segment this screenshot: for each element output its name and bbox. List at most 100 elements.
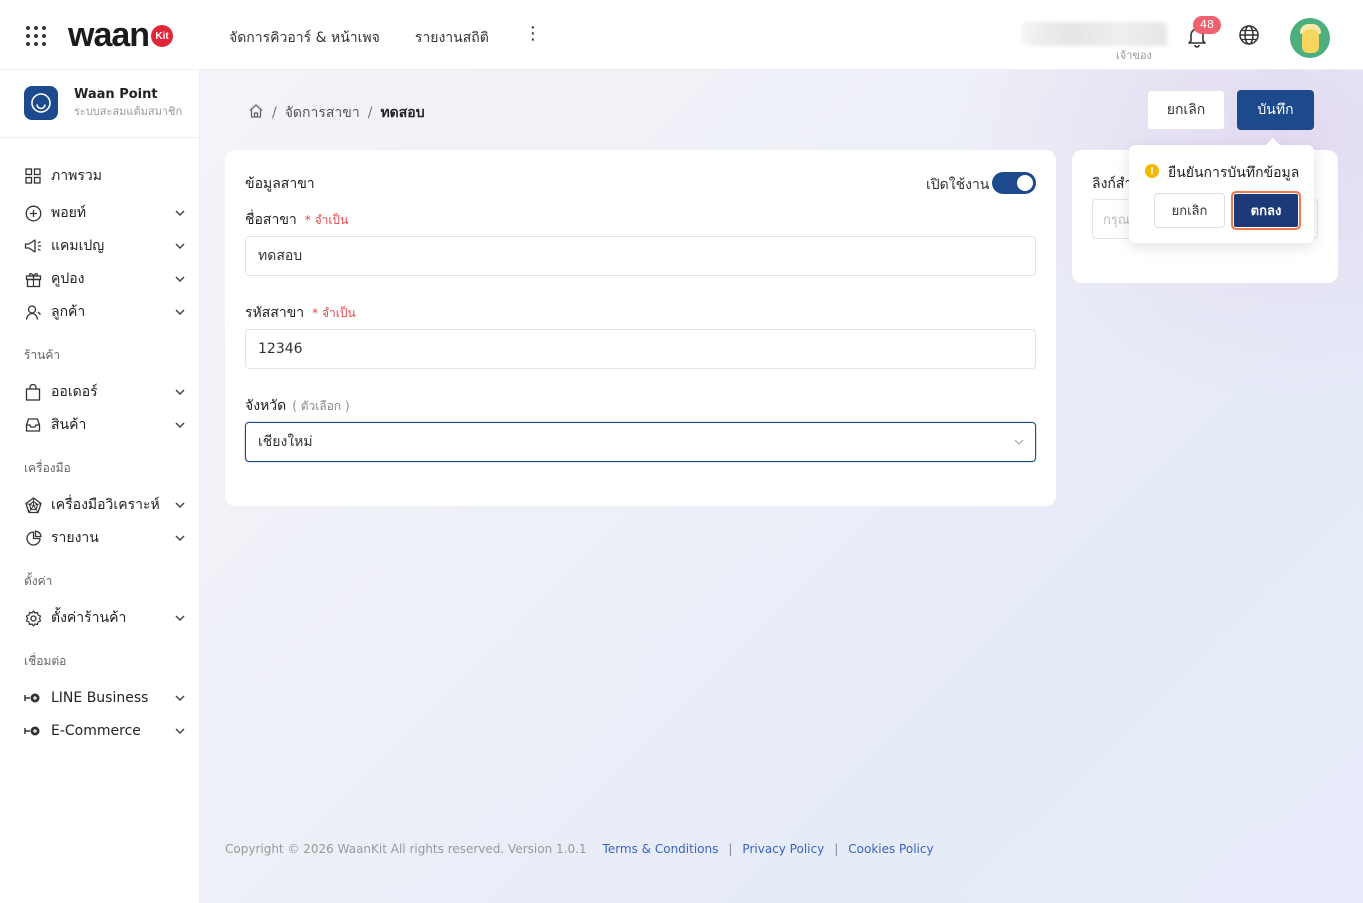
sidebar-item-campaign[interactable]: แคมเปญ (24, 234, 186, 258)
section-settings: ตั้งค่า (24, 574, 53, 588)
chevron-down-icon (174, 725, 186, 737)
pentagon-chart-icon (24, 496, 42, 514)
sidebar-item-label: E-Commerce (51, 723, 141, 739)
cancel-button[interactable]: ยกเลิก (1147, 90, 1225, 130)
globe-icon[interactable] (1238, 24, 1260, 46)
plug-icon (24, 722, 42, 740)
active-toggle[interactable] (992, 172, 1036, 194)
chevron-down-icon (174, 240, 186, 252)
active-toggle-label: เปิดใช้งาน (926, 177, 990, 193)
logo-badge: Kit (151, 25, 174, 47)
sidebar-item-label: แคมเปญ (51, 238, 105, 254)
apps-grid-icon[interactable] (26, 26, 46, 46)
sidebar-item-product[interactable]: สินค้า (24, 413, 186, 437)
confirm-ok-button[interactable]: ตกลง (1231, 191, 1301, 230)
smile-icon (24, 86, 58, 120)
sidebar-item-label: LINE Business (51, 690, 149, 706)
divider (0, 137, 200, 138)
footer-separator: | (834, 842, 839, 856)
sidebar-item-coupon[interactable]: คูปอง (24, 267, 186, 291)
gift-icon (24, 270, 42, 288)
sidebar-item-label: สินค้า (51, 417, 87, 433)
label-text: จังหวัด (245, 398, 287, 414)
shopping-bag-icon (24, 383, 42, 401)
branch-name-label: ชื่อสาขา * จำเป็น (245, 209, 348, 231)
sidebar-item-report[interactable]: รายงาน (24, 526, 186, 550)
sidebar-item-overview[interactable]: ภาพรวม (24, 164, 186, 188)
sidebar-item-label: ภาพรวม (51, 168, 102, 184)
confirm-cancel-button[interactable]: ยกเลิก (1154, 193, 1225, 228)
plug-icon (24, 689, 42, 707)
cookies-link[interactable]: Cookies Policy (848, 842, 933, 856)
gear-icon (24, 609, 42, 627)
top-nav: จัดการคิวอาร์ & หน้าเพจ รายงานสถิติ ⋮ (229, 25, 542, 49)
chevron-down-icon (174, 532, 186, 544)
home-icon[interactable] (248, 103, 264, 123)
sidebar-item-customer[interactable]: ลูกค้า (24, 300, 186, 324)
section-tools: เครื่องมือ (24, 461, 71, 475)
required-indicator: * จำเป็น (312, 306, 356, 320)
confirm-popover: ! ยืนยันการบันทึกข้อมูล ยกเลิก ตกลง (1129, 145, 1314, 243)
chevron-down-icon (174, 419, 186, 431)
user-role: เจ้าของ (1116, 49, 1152, 62)
more-menu-icon[interactable]: ⋮ (524, 25, 542, 49)
sidebar-item-label: ลูกค้า (51, 304, 86, 320)
breadcrumb-separator: / (367, 105, 373, 121)
sidebar-item-label: ออเดอร์ (51, 384, 98, 400)
grid-icon (24, 167, 42, 185)
inbox-icon (24, 416, 42, 434)
sidebar-item-label: ตั้งค่าร้านค้า (51, 610, 127, 626)
nav-statistics[interactable]: รายงานสถิติ (415, 27, 489, 49)
branch-code-input[interactable]: 12346 (245, 329, 1036, 369)
plus-circle-icon (24, 204, 42, 222)
brand[interactable]: Waan Point ระบบสะสมแต้มสมาชิก (24, 86, 182, 120)
logo[interactable]: waan Kit (68, 16, 174, 54)
user-icon (24, 303, 42, 321)
brand-title: Waan Point (74, 87, 158, 102)
card-title: ข้อมูลสาขา (245, 176, 315, 192)
sidebar-item-point[interactable]: พอยท์ (24, 201, 186, 225)
sidebar-item-label: พอยท์ (51, 205, 87, 221)
footer-separator: | (728, 842, 733, 856)
sidebar-item-shop-settings[interactable]: ตั้งค่าร้านค้า (24, 606, 186, 630)
chevron-down-icon (174, 273, 186, 285)
sidebar-item-order[interactable]: ออเดอร์ (24, 380, 186, 404)
section-connect: เชื่อมต่อ (24, 654, 67, 668)
breadcrumb: / จัดการสาขา / ทดสอบ (248, 102, 425, 124)
copyright-text: Copyright © 2026 WaanKit All rights rese… (225, 842, 587, 856)
sidebar: Waan Point ระบบสะสมแต้มสมาชิก ภาพรวม พอย… (0, 70, 200, 903)
branch-code-label: รหัสสาขา * จำเป็น (245, 302, 356, 324)
breadcrumb-separator: / (272, 105, 277, 121)
sidebar-item-label: รายงาน (51, 530, 99, 546)
chevron-down-icon (174, 612, 186, 624)
chevron-down-icon (174, 692, 186, 704)
user-name-blurred[interactable] (1022, 22, 1167, 46)
required-indicator: * จำเป็น (304, 213, 349, 227)
chevron-down-icon (1013, 436, 1025, 448)
top-header: waan Kit จัดการคิวอาร์ & หน้าเพจ รายงานส… (0, 0, 1363, 70)
logo-text: waan (68, 16, 150, 54)
province-label: จังหวัด ( ตัวเลือก ) (245, 395, 350, 417)
save-button[interactable]: บันทึก (1237, 90, 1314, 130)
sidebar-item-label: คูปอง (51, 271, 85, 287)
terms-link[interactable]: Terms & Conditions (603, 842, 719, 856)
pie-chart-icon (24, 529, 42, 547)
notification-badge: 48 (1193, 16, 1221, 34)
optional-indicator: ( ตัวเลือก ) (292, 399, 350, 413)
sidebar-item-ecommerce[interactable]: E-Commerce (24, 719, 186, 743)
branch-name-input[interactable]: ทดสอบ (245, 236, 1036, 276)
avatar[interactable] (1290, 18, 1330, 58)
sidebar-item-line-business[interactable]: LINE Business (24, 686, 186, 710)
breadcrumb-branch-management[interactable]: จัดการสาขา (285, 102, 360, 124)
sidebar-item-analytics[interactable]: เครื่องมือวิเคราะห์ (24, 493, 186, 517)
exclamation-icon: ! (1145, 164, 1159, 178)
confirm-message: ยืนยันการบันทึกข้อมูล (1168, 165, 1300, 181)
chevron-down-icon (174, 499, 186, 511)
link-card-title: ลิงก์สำ (1092, 176, 1133, 192)
chevron-down-icon (174, 386, 186, 398)
nav-qr-pages[interactable]: จัดการคิวอาร์ & หน้าเพจ (229, 27, 380, 49)
province-value: เชียงใหม่ (258, 434, 313, 450)
province-select[interactable]: เชียงใหม่ (245, 422, 1036, 462)
breadcrumb-current: ทดสอบ (380, 105, 425, 121)
privacy-link[interactable]: Privacy Policy (742, 842, 824, 856)
